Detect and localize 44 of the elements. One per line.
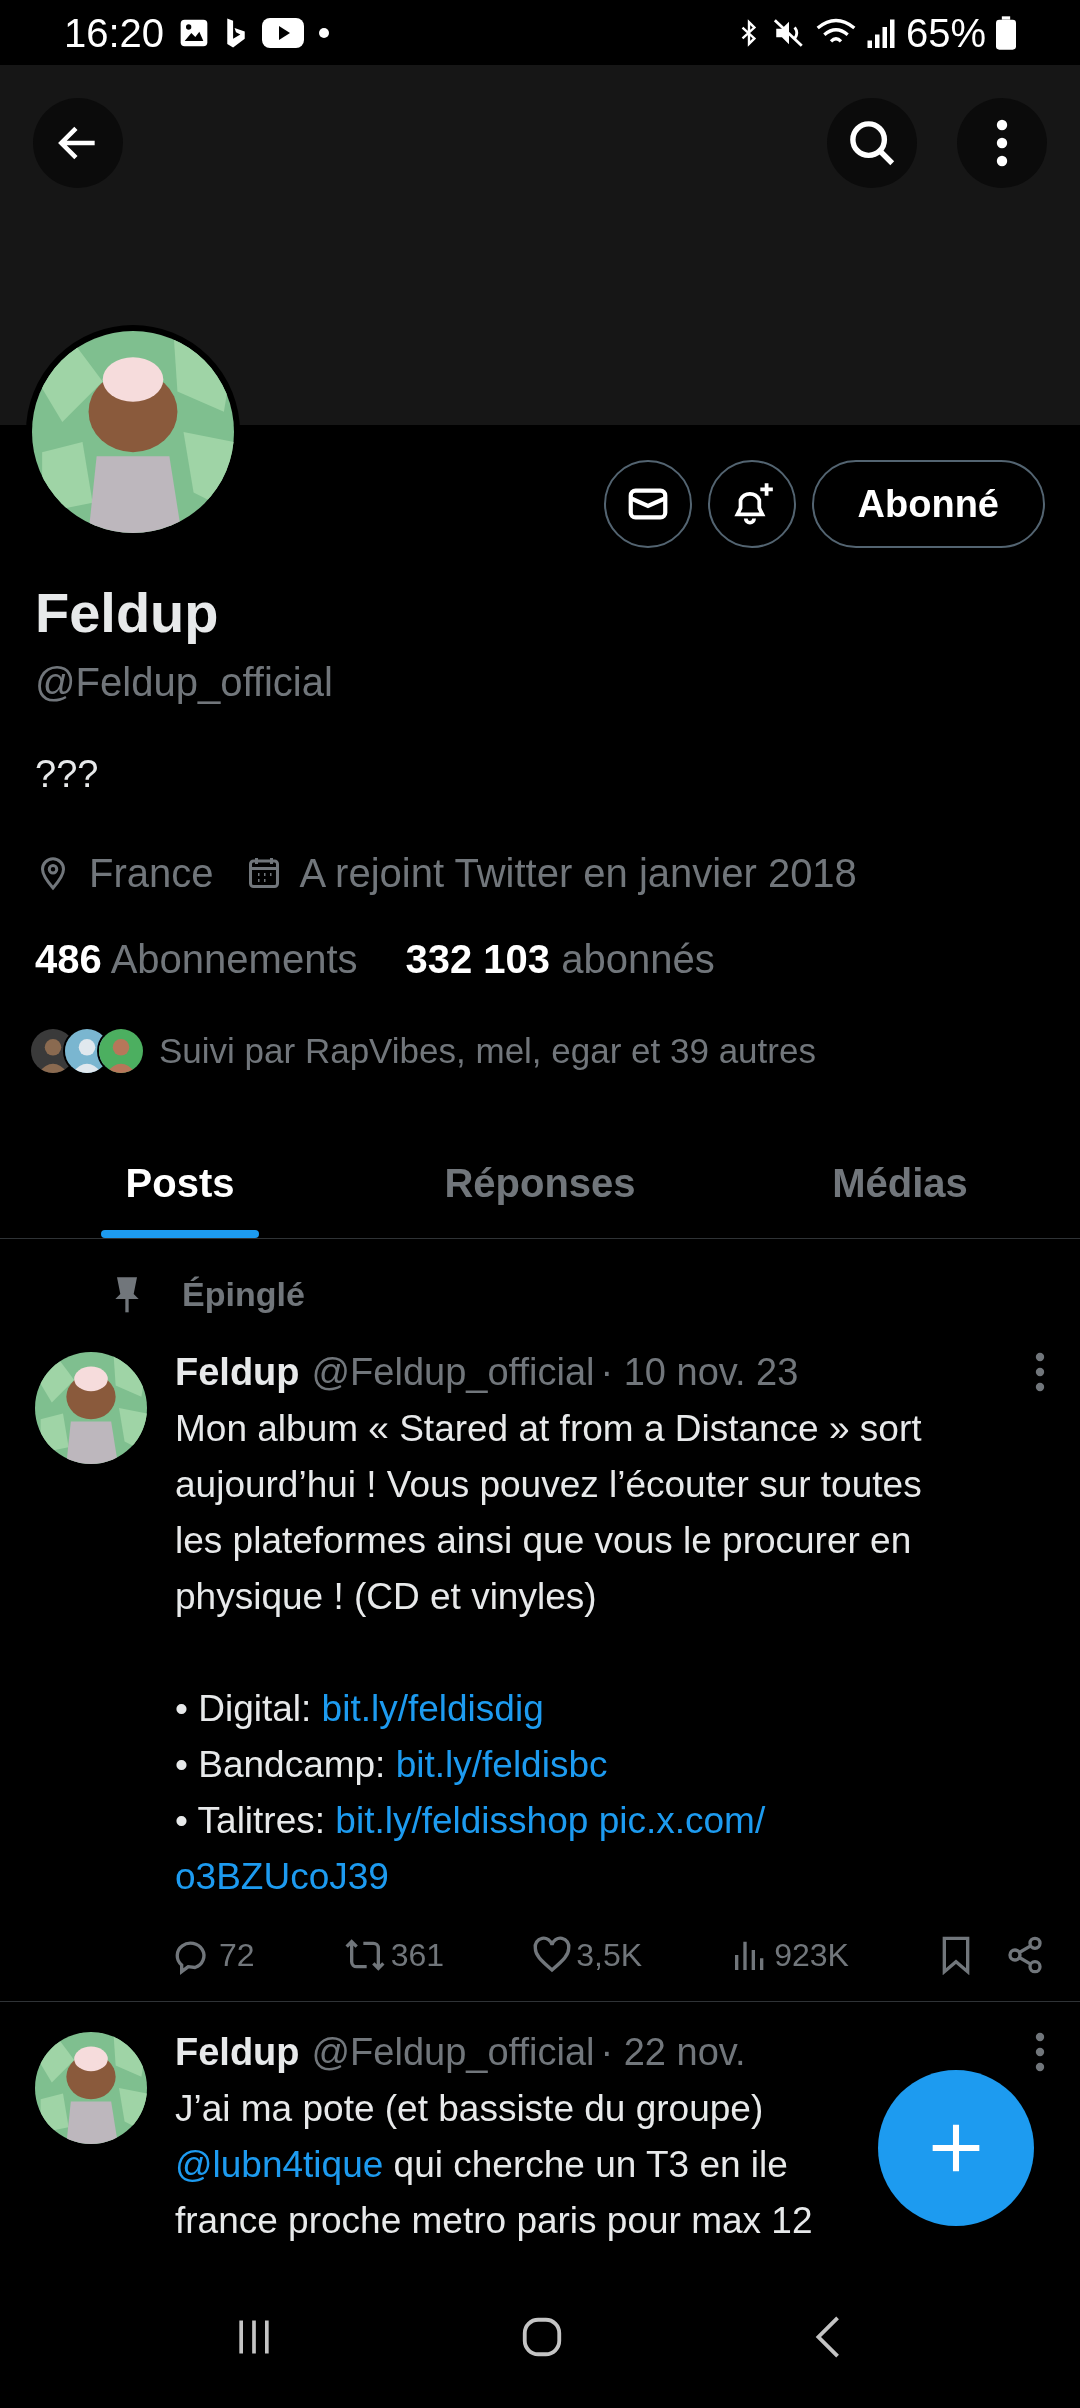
repost-button[interactable]: 361 <box>342 1930 445 1979</box>
post-author: Feldup <box>175 1349 300 1395</box>
profile-handle: @Feldup_official <box>35 659 334 706</box>
battery-icon <box>996 15 1016 50</box>
profile-name: Feldup <box>35 580 220 646</box>
notification-button[interactable] <box>707 460 796 548</box>
views-button[interactable]: 923K <box>730 1930 849 1979</box>
post-date: · 10 nov. 23 <box>600 1349 799 1395</box>
post-text: • Digital: bit.ly/feldisdig • Bandcamp: bit.ly/feldisbc • Talitres: bit.ly/feldisshop pic.x.com/ o3BZUcoJ39 <box>175 1686 766 1899</box>
post-handle: @Feldup_official <box>311 2029 595 2075</box>
post-text: Mon album « Stared at from a Distance » sort aujourd’hui ! Vous pouvez l’écouter sur toutes les plateformes ainsi que vous le procurer en physique ! (CD et vinyles) <box>175 1406 922 1619</box>
share-icon[interactable] <box>1005 1934 1045 1975</box>
followers-link[interactable]: 332 103 abonnés <box>405 929 715 989</box>
profile-tab[interactable]: Posts <box>0 1127 360 1238</box>
link[interactable]: o3BZUcoJ39 <box>175 1855 389 1897</box>
like-button[interactable]: 3,5K <box>532 1930 643 1979</box>
post-text: J’ai ma pote (et bassiste du groupe) @lubn4tique qui cherche un T3 en ile france proche metro paris pour max 12 <box>175 2086 813 2243</box>
post-author: Feldup <box>175 2029 300 2075</box>
link[interactable]: bit.ly/feldisshop <box>335 1799 589 1841</box>
profile-bio: ??? <box>35 752 100 797</box>
post-date: · 22 nov. <box>600 2029 746 2075</box>
heart-icon <box>532 1934 573 1975</box>
status-time: 16:20 <box>64 9 165 57</box>
more-icon <box>996 118 1008 168</box>
link[interactable]: bit.ly/feldisdig <box>321 1687 544 1729</box>
dot-icon <box>318 26 331 39</box>
link[interactable]: bit.ly/feldisbc <box>395 1743 608 1785</box>
following-link[interactable]: 486 Abonnements <box>35 929 358 989</box>
profile-tab[interactable]: Médias <box>720 1127 1080 1238</box>
follow-button[interactable]: Abonné <box>811 460 1045 548</box>
reply-button[interactable]: 72 <box>175 1930 255 1979</box>
more-icon[interactable] <box>1035 2032 1045 2072</box>
join-date: A rejoint Twitter en janvier 2018 <box>299 850 857 897</box>
followed-by-text: Suivi par RapVibes, mel, egar et 39 autres <box>159 1030 816 1072</box>
battery-percent: 65% <box>905 9 986 57</box>
more-icon[interactable] <box>1035 1352 1045 1392</box>
profile-tab[interactable]: Réponses <box>360 1127 720 1238</box>
post-handle: @Feldup_official <box>311 1349 595 1395</box>
location: France <box>89 850 214 897</box>
link[interactable]: @lubn4tique <box>175 2143 384 2185</box>
pinned-label: Épinglé <box>182 1273 305 1315</box>
link[interactable]: pic.x.com/ <box>598 1799 766 1841</box>
play-icon <box>262 17 305 48</box>
message-button[interactable] <box>603 460 692 548</box>
